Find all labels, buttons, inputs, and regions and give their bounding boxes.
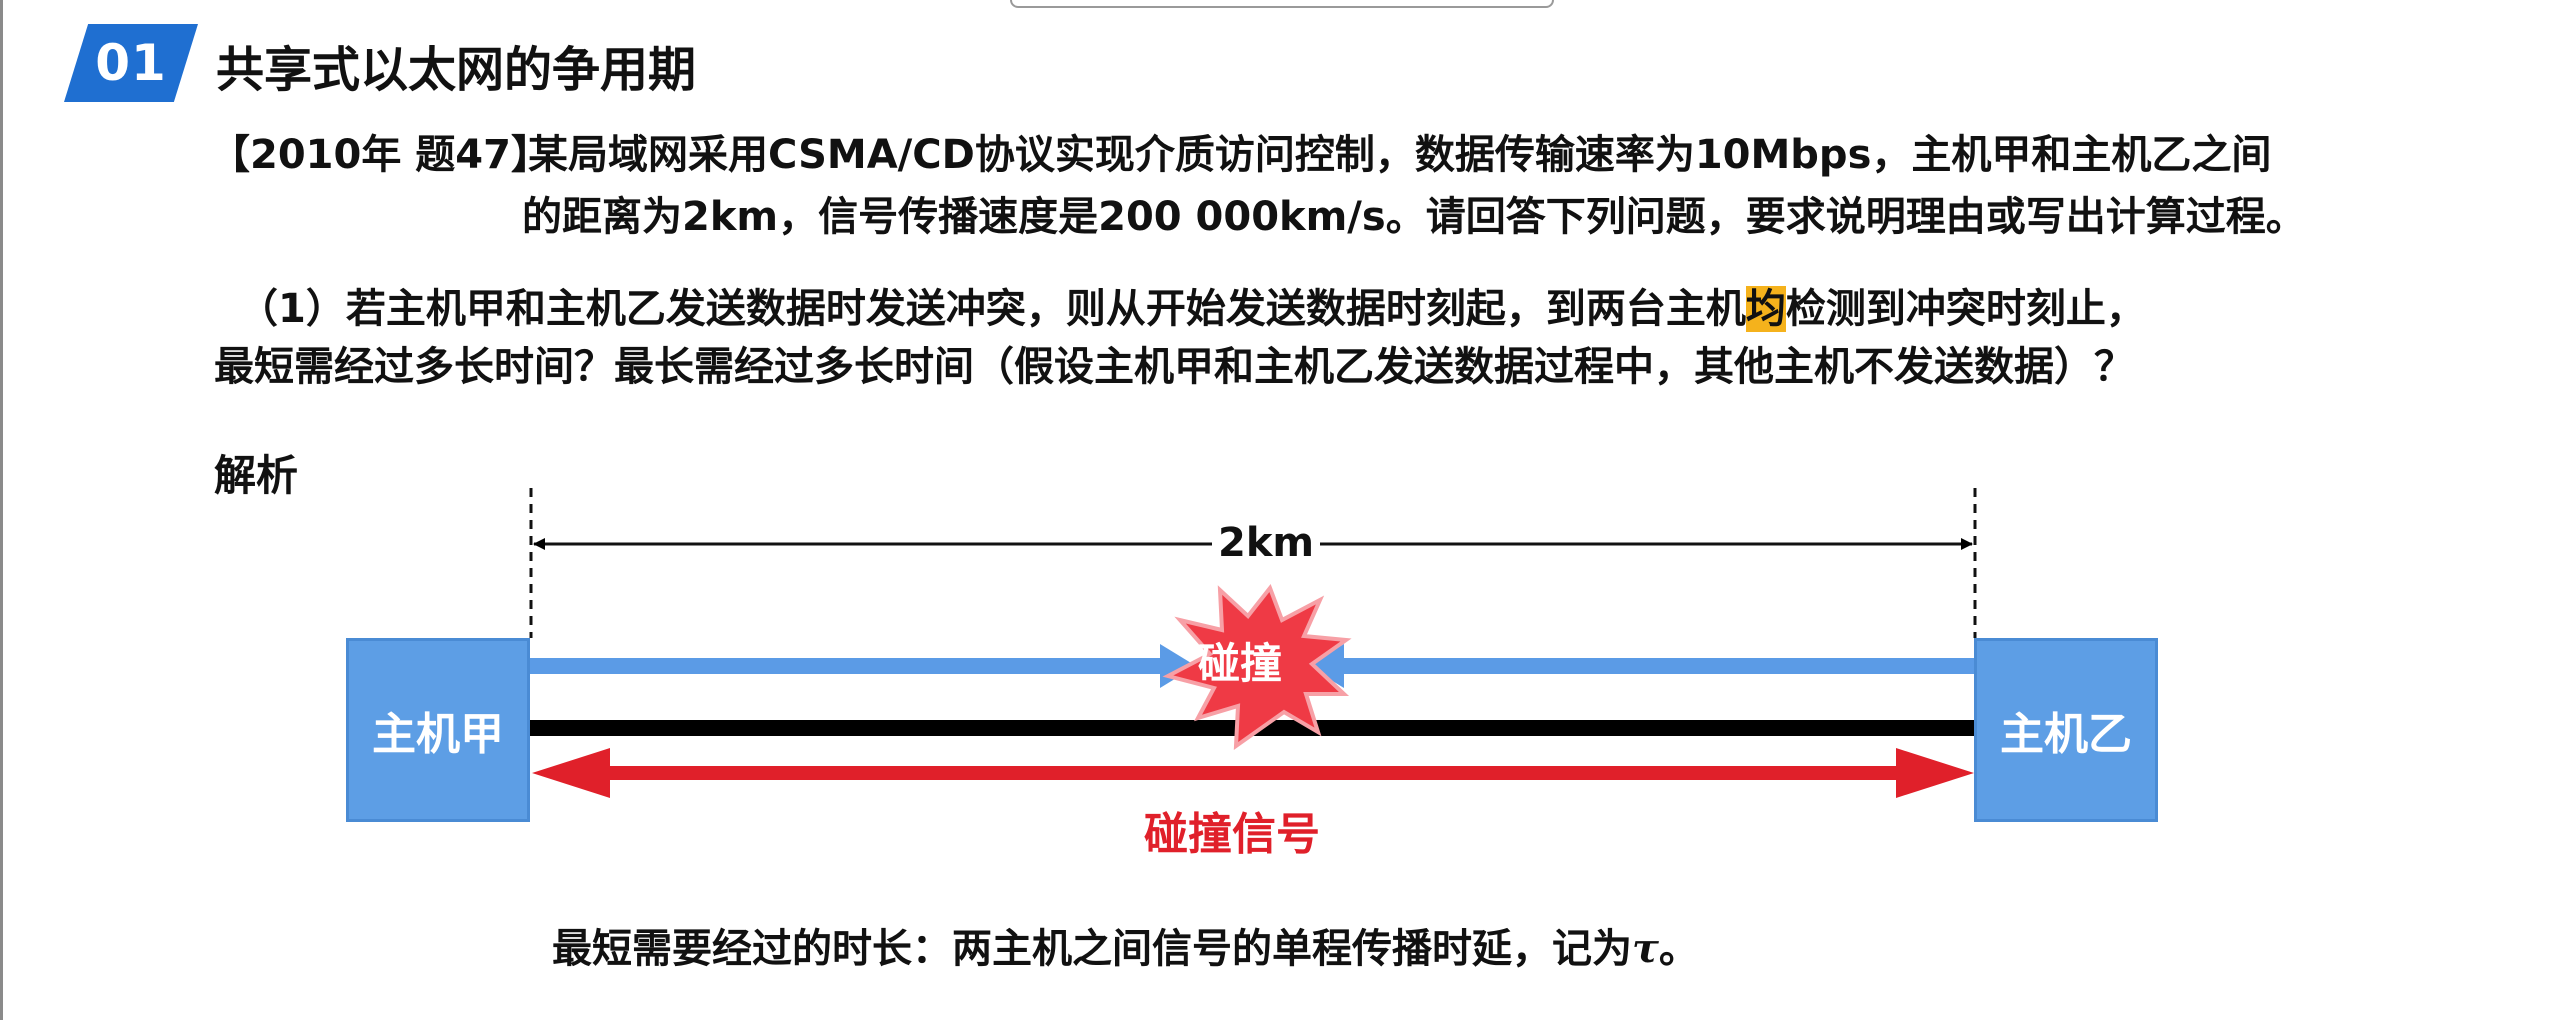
- conclusion-text: 最短需要经过的时长：两主机之间信号的单程传播时延，记为: [552, 926, 1632, 972]
- host-a-label: 主机甲: [372, 709, 504, 760]
- tau-symbol: τ: [1632, 925, 1659, 972]
- collision-diagram: [529, 488, 1977, 798]
- host-b-label: 主机乙: [2000, 709, 2132, 760]
- conclusion-end: 。: [1658, 926, 1699, 972]
- collision-label: 碰撞: [1198, 639, 1283, 688]
- distance-label: 2km: [1212, 520, 1321, 566]
- collision-arrow-head-left: [532, 748, 610, 798]
- conclusion-line: 最短需要经过的时长：两主机之间信号的单程传播时延，记为τ。: [552, 916, 1699, 974]
- collision-arrow-shaft: [600, 766, 1906, 780]
- signal-line-left: [530, 658, 1166, 674]
- signal-line-right: [1336, 658, 1976, 674]
- host-a-box: 主机甲: [346, 638, 530, 822]
- collision-signal-label: 碰撞信号: [1144, 809, 1320, 860]
- host-b-box: 主机乙: [1974, 638, 2158, 822]
- collision-arrow-head-right: [1896, 748, 1974, 798]
